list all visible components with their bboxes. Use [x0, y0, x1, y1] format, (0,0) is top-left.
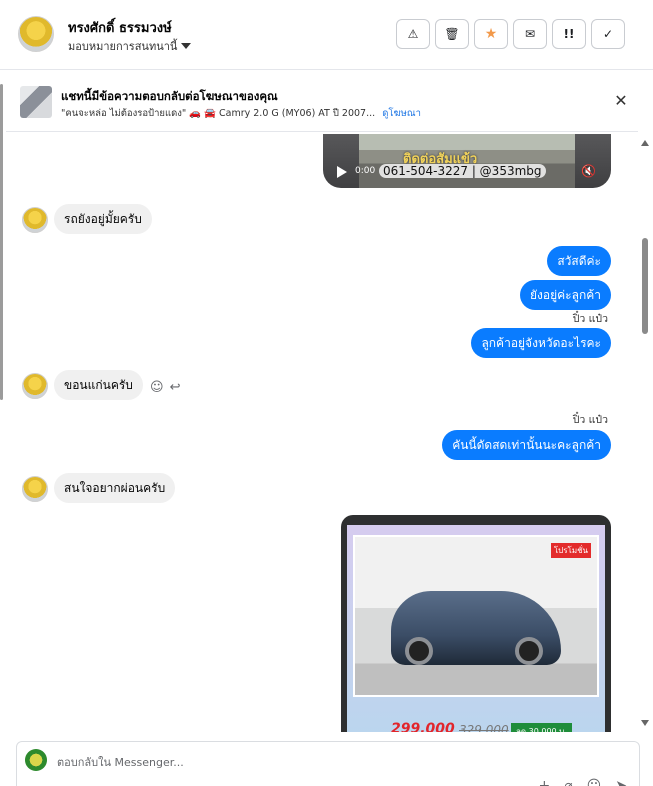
- emoji-icon[interactable]: ☺: [587, 778, 602, 786]
- delete-button[interactable]: 🗑: [435, 19, 469, 49]
- message-thread[interactable]: ติดต่อสัมแข้ว 061-504-3227 | @353mbg 0:0…: [6, 134, 638, 732]
- add-icon[interactable]: +: [538, 778, 550, 786]
- warning-icon: ⚠: [407, 27, 419, 41]
- video-phone-text: 061-504-3227 | @353mbg: [379, 164, 546, 178]
- outgoing-message[interactable]: คันนี้ดัดสดเท่านั้นนะคะลูกค้า: [442, 430, 611, 460]
- envelope-icon: ✉: [524, 27, 536, 41]
- incoming-message[interactable]: ขอนแก่นครับ: [54, 370, 143, 400]
- chevron-down-icon: [181, 43, 192, 49]
- view-ad-link[interactable]: ดูโฆษณา: [382, 108, 421, 119]
- star-icon: ★: [484, 26, 498, 42]
- inbox-conversation-view: ทรงศักดิ์ ธรรมวงษ์ มอบหมายการสนทนานี้ ⚠ …: [0, 0, 653, 786]
- outgoing-message[interactable]: ลูกค้าอยู่จังหวัดอะไรคะ: [471, 328, 611, 358]
- message-row: คันนี้ดัดสดเท่านั้นนะคะลูกค้า: [6, 430, 638, 460]
- smiley-icon[interactable]: ☺: [150, 380, 164, 395]
- ad-description-text: "คนจะหล่อ ไม่ต้องรอป้ายแดง" 🚗 🚘 Camry 2.…: [61, 108, 376, 119]
- ad-thumbnail[interactable]: [20, 86, 52, 118]
- sender-label-row: ปิ๋ว แป๋ว: [6, 309, 638, 325]
- message-row: รถยังอยู่มั้ยครับ: [6, 204, 638, 234]
- image-attachment[interactable]: โปรโมชั่น 299,000 329,000 ลด 30,000 บ.: [341, 515, 611, 732]
- double-exclamation-icon: !!: [563, 27, 575, 41]
- contact-name[interactable]: ทรงศักดิ์ ธรรมวงษ์: [68, 17, 172, 38]
- play-icon[interactable]: [337, 166, 347, 178]
- sender-avatar[interactable]: [22, 373, 48, 399]
- outgoing-message[interactable]: สวัสดีค่ะ: [547, 246, 611, 276]
- price-discount: ลด 30,000 บ.: [511, 723, 572, 732]
- sender-label-row: ปิ๋ว แป๋ว: [6, 410, 638, 426]
- mark-unread-button[interactable]: ✉: [513, 19, 547, 49]
- wheel-shape: [405, 637, 433, 665]
- scroll-up-icon[interactable]: [641, 140, 649, 146]
- header-actions: ⚠ 🗑 ★ ✉ !! ✓: [396, 19, 625, 49]
- mark-spam-button[interactable]: ⚠: [396, 19, 430, 49]
- price-old: 329,000: [459, 723, 509, 732]
- car-photo: โปรโมชั่น: [353, 535, 599, 697]
- message-scrollbar[interactable]: [639, 134, 651, 732]
- reply-icon[interactable]: ↩: [170, 380, 181, 395]
- video-time: 0:00: [355, 166, 376, 176]
- follow-up-button[interactable]: !!: [552, 19, 586, 49]
- outgoing-message[interactable]: ยังอยู่ค่ะลูกค้า: [520, 280, 611, 310]
- assign-conversation-dropdown[interactable]: มอบหมายการสนทนานี้: [68, 37, 192, 55]
- message-row: ยังอยู่ค่ะลูกค้า: [6, 280, 638, 310]
- promo-badge: โปรโมชั่น: [550, 543, 591, 558]
- message-actions: ☺ ↩: [150, 380, 180, 395]
- video-message[interactable]: ติดต่อสัมแข้ว 061-504-3227 | @353mbg 0:0…: [323, 134, 611, 188]
- close-icon[interactable]: ✕: [612, 92, 630, 110]
- page-avatar: [25, 749, 47, 771]
- ad-banner-title: แชทนี้มีข้อความตอบกลับต่อโฆษณาของคุณ: [61, 89, 278, 103]
- message-row: สวัสดีค่ะ: [6, 246, 638, 276]
- incoming-message[interactable]: รถยังอยู่มั้ยครับ: [54, 204, 152, 234]
- ad-reply-banner: แชทนี้มีข้อความตอบกลับต่อโฆษณาของคุณ "คน…: [6, 76, 638, 132]
- ad-banner-description: "คนจะหล่อ ไม่ต้องรอป้ายแดง" 🚗 🚘 Camry 2.…: [61, 106, 421, 121]
- incoming-message[interactable]: สนใจอยากผ่อนครับ: [54, 473, 176, 503]
- wheel-shape: [515, 637, 543, 665]
- sender-label: ปิ๋ว แป๋ว: [572, 414, 608, 426]
- message-row: ลูกค้าอยู่จังหวัดอะไรคะ: [6, 328, 638, 358]
- attach-icon[interactable]: ⌀: [564, 778, 572, 786]
- message-composer: + ⌀ ☺ ➤: [16, 741, 640, 786]
- assign-label: มอบหมายการสนทนานี้: [68, 40, 178, 53]
- left-panel-scrollbar[interactable]: [0, 84, 3, 400]
- car-ad-graphic: โปรโมชั่น 299,000 329,000 ลด 30,000 บ.: [347, 525, 605, 732]
- contact-avatar[interactable]: [18, 16, 54, 52]
- price-new: 299,000: [391, 721, 455, 732]
- check-icon: ✓: [602, 27, 614, 41]
- message-row: ขอนแก่นครับ ☺ ↩: [6, 370, 638, 400]
- scrollbar-thumb[interactable]: [642, 238, 648, 334]
- mark-done-button[interactable]: ✓: [591, 19, 625, 49]
- send-icon[interactable]: ➤: [615, 778, 627, 786]
- conversation-header: ทรงศักดิ์ ธรรมวงษ์ มอบหมายการสนทนานี้ ⚠ …: [0, 0, 653, 70]
- mute-icon[interactable]: 🔇: [581, 164, 597, 178]
- sender-label: ปิ๋ว แป๋ว: [572, 313, 608, 325]
- composer-toolbar: + ⌀ ☺ ➤: [538, 778, 627, 786]
- reply-input[interactable]: [57, 753, 617, 771]
- message-row: สนใจอยากผ่อนครับ: [6, 473, 638, 503]
- scroll-down-icon[interactable]: [641, 720, 649, 726]
- sender-avatar[interactable]: [22, 476, 48, 502]
- trash-icon: 🗑: [444, 27, 460, 41]
- sender-avatar[interactable]: [22, 207, 48, 233]
- star-button[interactable]: ★: [474, 19, 508, 49]
